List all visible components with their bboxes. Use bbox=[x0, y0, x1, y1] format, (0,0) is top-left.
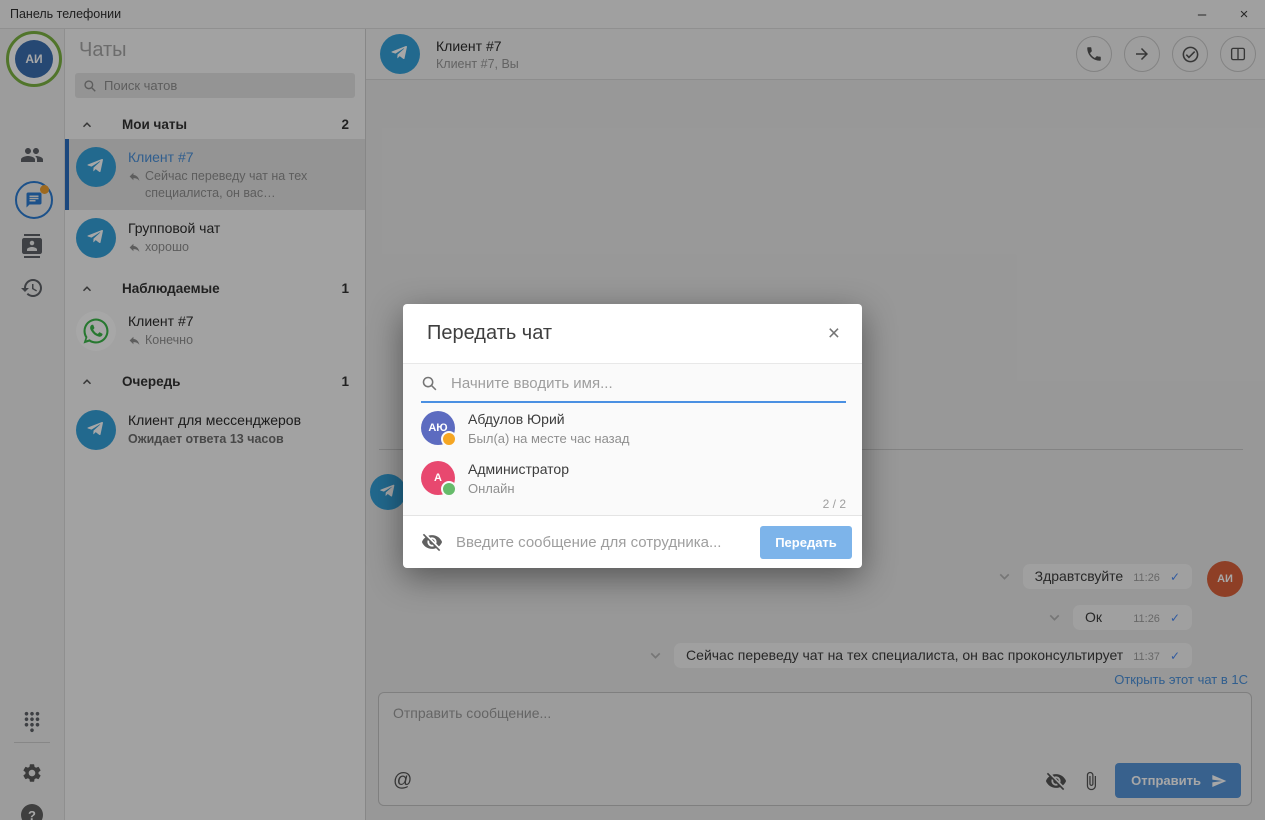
status-online-dot bbox=[441, 481, 457, 497]
employee-name: Администратор bbox=[468, 461, 569, 478]
modal-close-icon[interactable]: × bbox=[828, 323, 840, 344]
employee-avatar: АЮ bbox=[421, 411, 455, 445]
employee-search-placeholder: Начните вводить имя... bbox=[451, 375, 613, 392]
status-away-dot bbox=[441, 431, 457, 447]
employee-counter: 2 / 2 bbox=[823, 497, 846, 511]
search-icon bbox=[421, 375, 438, 392]
employee-item-administrator[interactable]: А Администратор Онлайн bbox=[403, 453, 862, 503]
employee-name: Абдулов Юрий bbox=[468, 411, 629, 428]
employee-search-input[interactable]: Начните вводить имя... bbox=[403, 364, 862, 403]
app-window: Панель телефонии – × АИ bbox=[0, 0, 1265, 820]
employee-status: Онлайн bbox=[468, 481, 569, 496]
modal-footer: Введите сообщение для сотрудника... Пере… bbox=[403, 515, 862, 568]
transfer-confirm-button[interactable]: Передать bbox=[760, 526, 852, 559]
search-underline bbox=[421, 401, 846, 403]
employee-avatar: А bbox=[421, 461, 455, 495]
modal-header: Передать чат × bbox=[403, 304, 862, 364]
transfer-chat-modal: Передать чат × Начните вводить имя... АЮ… bbox=[403, 304, 862, 567]
employee-item-abdulov[interactable]: АЮ Абдулов Юрий Был(а) на месте час наза… bbox=[403, 403, 862, 453]
hidden-message-icon[interactable] bbox=[421, 531, 443, 553]
employee-status: Был(а) на месте час назад bbox=[468, 431, 629, 446]
modal-title: Передать чат bbox=[427, 322, 552, 345]
transfer-message-placeholder[interactable]: Введите сообщение для сотрудника... bbox=[456, 534, 721, 551]
